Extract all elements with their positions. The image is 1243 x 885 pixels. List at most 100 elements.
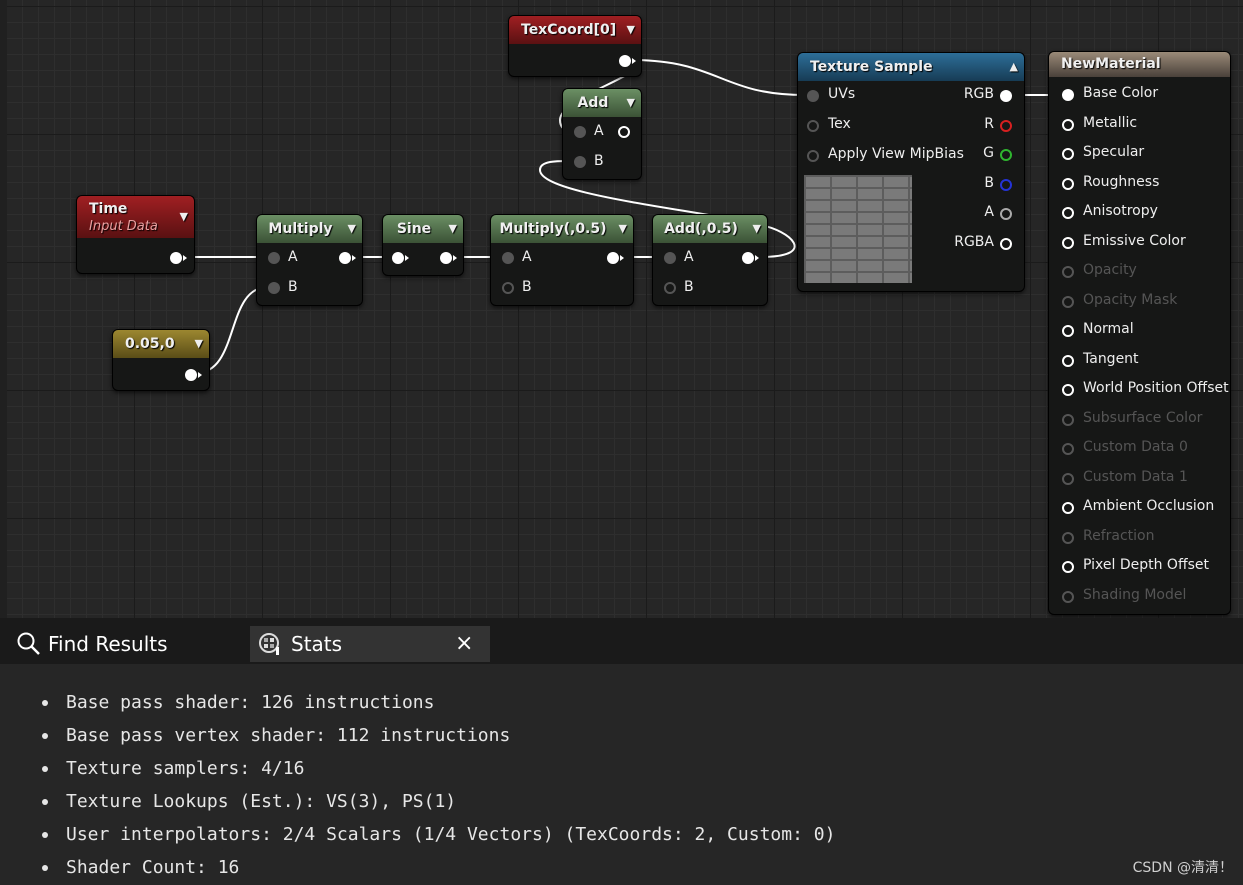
material-input-label: Pixel Depth Offset xyxy=(1083,557,1209,573)
material-input-pin[interactable] xyxy=(1062,325,1074,337)
material-input-label: Shading Model xyxy=(1083,586,1187,603)
node-add[interactable]: Add ▼ A B xyxy=(562,88,642,180)
node-sine[interactable]: Sine ▼ xyxy=(382,214,464,276)
node-texture-sample[interactable]: Texture Sample ▲ UVs Tex Apply View MipBias… xyxy=(797,52,1025,292)
material-input-pin[interactable] xyxy=(1062,384,1074,396)
output-pin[interactable] xyxy=(185,369,202,381)
node-time[interactable]: Time Input Data ▼ xyxy=(76,195,195,274)
input-pin-a[interactable] xyxy=(574,126,586,138)
material-input-label: Emissive Color xyxy=(1083,232,1186,249)
input-pin-b[interactable] xyxy=(664,282,676,294)
material-input-label: Refraction xyxy=(1083,527,1155,544)
node-constant[interactable]: 0.05,0 ▼ xyxy=(112,329,210,391)
output-pin[interactable] xyxy=(1000,119,1012,132)
pin-label: Apply View MipBias xyxy=(828,146,964,162)
input-pin-b[interactable] xyxy=(502,282,514,294)
output-pin[interactable] xyxy=(618,126,630,138)
pin-label: Tex xyxy=(828,116,851,132)
chevron-down-icon[interactable]: ▼ xyxy=(180,208,188,226)
material-input-pin[interactable] xyxy=(1062,89,1074,101)
node-add-half[interactable]: Add(,0.5) ▼ A B xyxy=(652,214,768,306)
chevron-down-icon[interactable]: ▼ xyxy=(195,330,203,358)
node-header: TexCoord[0] ▼ xyxy=(509,16,641,44)
node-header: 0.05,0 ▼ xyxy=(113,330,209,358)
input-pin-a[interactable] xyxy=(664,252,676,264)
node-material-result[interactable]: NewMaterial Base Color Metallic Specular Ro… xyxy=(1048,51,1231,615)
input-pin-a[interactable] xyxy=(502,252,514,264)
material-input-pin[interactable] xyxy=(1062,561,1074,573)
material-input-label: Anisotropy xyxy=(1083,203,1158,219)
pin-label: B xyxy=(984,174,994,191)
node-title: Texture Sample xyxy=(810,59,933,75)
input-pin-b[interactable] xyxy=(574,156,586,168)
chevron-down-icon[interactable]: ▼ xyxy=(753,215,761,243)
material-input-pin xyxy=(1062,590,1074,603)
pin-label-a: A xyxy=(522,249,532,265)
material-input-pin[interactable] xyxy=(1062,502,1074,514)
node-texcoord[interactable]: TexCoord[0] ▼ xyxy=(508,15,642,77)
material-graph-canvas[interactable]: TexCoord[0] ▼ Add ▼ A B Time Input Data ▼ … xyxy=(0,0,1243,618)
chevron-down-icon[interactable]: ▼ xyxy=(627,89,635,117)
chevron-down-icon[interactable]: ▼ xyxy=(449,215,457,243)
node-title: Add xyxy=(577,95,609,111)
material-input-label: Base Color xyxy=(1083,85,1159,101)
input-pin-b[interactable] xyxy=(268,282,280,294)
material-input-pin xyxy=(1062,531,1074,544)
input-pin[interactable] xyxy=(807,120,819,132)
material-input-pin[interactable] xyxy=(1062,207,1074,219)
stats-item: Texture samplers: 4/16 xyxy=(40,752,835,785)
stats-item: Shader Count: 16 xyxy=(40,851,835,884)
input-pin[interactable] xyxy=(807,90,819,102)
node-title: Time xyxy=(89,201,128,217)
material-input-pin[interactable] xyxy=(1062,354,1074,367)
node-title: 0.05,0 xyxy=(125,336,175,352)
tab-find-results[interactable]: Find Results xyxy=(8,626,248,662)
output-pin[interactable] xyxy=(339,252,356,264)
stats-panel: Base pass shader: 126 instructions Base p… xyxy=(0,664,1243,885)
output-pin[interactable] xyxy=(1000,237,1012,250)
output-pin[interactable] xyxy=(1000,90,1012,102)
watermark: CSDN @清清！ xyxy=(1132,860,1233,876)
material-input-pin xyxy=(1062,443,1074,455)
material-input-label: Opacity Mask xyxy=(1083,291,1178,308)
material-input-pin[interactable] xyxy=(1062,118,1074,131)
pin-label-b: B xyxy=(288,279,298,295)
output-pin[interactable] xyxy=(440,252,457,264)
output-pin[interactable] xyxy=(1000,178,1012,191)
node-title: Multiply xyxy=(268,221,333,237)
tab-label: Stats xyxy=(291,632,343,656)
stats-item: Base pass shader: 126 instructions xyxy=(40,686,835,719)
close-icon[interactable]: × xyxy=(455,626,473,662)
output-pin[interactable] xyxy=(607,252,624,264)
chevron-down-icon[interactable]: ▼ xyxy=(619,215,627,243)
material-input-pin[interactable] xyxy=(1062,148,1074,160)
chevron-up-icon[interactable]: ▲ xyxy=(1010,53,1018,81)
output-pin[interactable] xyxy=(170,252,187,264)
material-input-pin xyxy=(1062,472,1074,485)
chevron-down-icon[interactable]: ▼ xyxy=(348,215,356,243)
node-header: Add ▼ xyxy=(563,89,641,117)
output-pin[interactable] xyxy=(619,55,636,67)
texture-preview xyxy=(804,175,912,283)
material-input-label: Custom Data 0 xyxy=(1083,439,1188,455)
stats-icon xyxy=(259,633,279,655)
output-pin[interactable] xyxy=(742,252,759,264)
input-pin-a[interactable] xyxy=(268,252,280,264)
pin-label: UVs xyxy=(828,86,856,102)
pin-label-b: B xyxy=(684,279,694,295)
node-header: Multiply ▼ xyxy=(257,215,362,243)
pin-label-b: B xyxy=(594,153,604,169)
stats-list: Base pass shader: 126 instructions Base p… xyxy=(40,686,835,884)
material-input-pin[interactable] xyxy=(1062,236,1074,249)
node-multiply-half[interactable]: Multiply(,0.5) ▼ A B xyxy=(490,214,634,306)
pin-label-a: A xyxy=(288,249,298,265)
material-input-pin[interactable] xyxy=(1062,177,1074,190)
input-pin[interactable] xyxy=(392,252,409,264)
material-input-label: World Position Offset xyxy=(1083,380,1229,396)
input-pin[interactable] xyxy=(807,150,819,162)
node-multiply[interactable]: Multiply ▼ A B xyxy=(256,214,363,306)
output-pin[interactable] xyxy=(1000,149,1012,161)
tab-stats[interactable]: Stats × xyxy=(250,626,490,662)
output-pin[interactable] xyxy=(1000,208,1012,220)
chevron-down-icon[interactable]: ▼ xyxy=(627,16,635,44)
